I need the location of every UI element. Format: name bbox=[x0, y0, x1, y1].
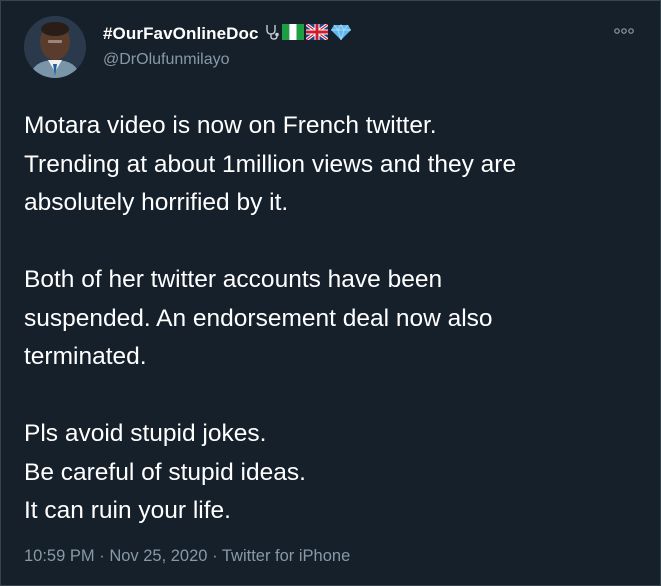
tweet-date: Nov 25, 2020 bbox=[109, 547, 208, 565]
tweet-meta: 10:59 PM · Nov 25, 2020 · Twitter for iP… bbox=[24, 547, 350, 566]
meta-separator: · bbox=[212, 547, 218, 565]
meta-separator: · bbox=[99, 547, 105, 565]
tweet-line: Motara video is now on French twitter. bbox=[24, 112, 437, 139]
tweet-line: Pls avoid stupid jokes. bbox=[24, 420, 267, 447]
tweet-line: It can ruin your life. bbox=[24, 497, 231, 524]
author-handle[interactable]: @DrOlufunmilayo bbox=[103, 51, 230, 69]
author-display-name[interactable]: #OurFavOnlineDoc bbox=[103, 24, 259, 44]
author-name-row[interactable]: #OurFavOnlineDoc bbox=[103, 22, 352, 46]
tweet-paragraph: Pls avoid stupid jokes. Be careful of st… bbox=[24, 415, 644, 531]
tweet-paragraph: Both of her twitter accounts have been s… bbox=[24, 261, 644, 377]
avatar[interactable] bbox=[24, 16, 86, 78]
gem-icon bbox=[330, 23, 352, 46]
more-options-icon[interactable] bbox=[612, 21, 636, 41]
tweet-paragraph: Motara video is now on French twitter. T… bbox=[24, 107, 644, 223]
tweet-line: absolutely horrified by it. bbox=[24, 189, 289, 216]
tweet-card: #OurFavOnlineDoc @DrOlufunmilayo Motara … bbox=[0, 0, 661, 586]
nigeria-flag-icon bbox=[281, 23, 304, 45]
stethoscope-icon bbox=[264, 23, 280, 46]
author-badges bbox=[264, 22, 352, 46]
uk-flag-icon bbox=[304, 22, 329, 45]
tweet-line: suspended. An endorsement deal now also bbox=[24, 304, 493, 332]
tweet-timestamp-link[interactable]: 10:59 PM · Nov 25, 2020 bbox=[24, 547, 207, 565]
tweet-time: 10:59 PM bbox=[24, 547, 95, 565]
tweet-text: Motara video is now on French twitter. T… bbox=[24, 107, 644, 531]
tweet-line: Both of her twitter accounts have been bbox=[24, 266, 443, 293]
tweet-line: terminated. bbox=[24, 343, 147, 370]
tweet-source-link[interactable]: Twitter for iPhone bbox=[222, 547, 350, 565]
tweet-line: Trending at about 1million views and the… bbox=[24, 150, 517, 178]
tweet-line: Be careful of stupid ideas. bbox=[24, 458, 306, 486]
